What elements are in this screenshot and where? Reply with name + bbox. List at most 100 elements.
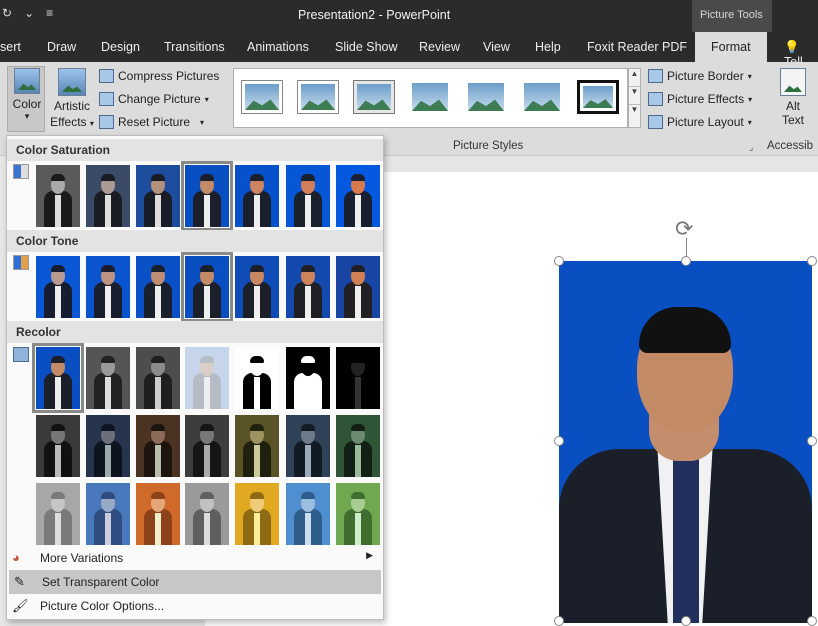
resize-handle-sw[interactable] xyxy=(554,616,564,626)
thumb-hair xyxy=(250,492,264,499)
rotate-handle-icon[interactable]: ⟳ xyxy=(675,216,693,242)
tab-help[interactable]: Help xyxy=(535,40,561,54)
selected-photo[interactable] xyxy=(559,261,812,623)
customize-qat-icon[interactable]: ≡ xyxy=(46,6,53,20)
tab-view[interactable]: View xyxy=(483,40,510,54)
change-picture-button[interactable]: Change Picture ▾ xyxy=(99,92,209,106)
picture-effects-button[interactable]: Picture Effects ▾ xyxy=(648,92,752,106)
picture-style-2[interactable] xyxy=(297,80,339,114)
saturation-option-1[interactable] xyxy=(36,165,80,227)
recolor-option-11[interactable] xyxy=(185,415,229,477)
recolor-option-16[interactable] xyxy=(86,483,130,545)
compress-pictures-button[interactable]: Compress Pictures xyxy=(99,69,219,83)
picture-border-label: Picture Border xyxy=(667,69,744,83)
tone-option-1[interactable] xyxy=(36,256,80,318)
picture-styles-gallery[interactable] xyxy=(233,68,628,128)
set-transparent-color-item[interactable]: ✎ Set Transparent Color xyxy=(9,570,381,594)
tone-option-5[interactable] xyxy=(235,256,279,318)
picture-style-3[interactable] xyxy=(353,80,395,114)
recolor-option-12[interactable] xyxy=(235,415,279,477)
resize-handle-e[interactable] xyxy=(807,436,817,446)
thumb-hair xyxy=(301,174,315,181)
picture-style-1[interactable] xyxy=(241,80,283,114)
more-variations-item[interactable]: ◕ More Variations ▶ xyxy=(7,546,383,570)
saturation-option-6[interactable] xyxy=(286,165,330,227)
recolor-option-18[interactable] xyxy=(185,483,229,545)
recolor-option-2[interactable] xyxy=(86,347,130,409)
resize-handle-w[interactable] xyxy=(554,436,564,446)
gallery-scrollbar[interactable]: ▲ ▼ ▼ xyxy=(628,68,641,128)
thumb-shirt xyxy=(355,445,361,477)
saturation-option-3[interactable] xyxy=(136,165,180,227)
artistic-effects-button[interactable]: Artistic Effects ▾ xyxy=(50,68,94,129)
resize-handle-nw[interactable] xyxy=(554,256,564,266)
recolor-option-9[interactable] xyxy=(86,415,130,477)
autosave-icon[interactable]: ↻ xyxy=(2,6,12,20)
tone-option-7[interactable] xyxy=(336,256,380,318)
gallery-more-icon[interactable]: ▼ xyxy=(629,105,640,114)
thumb-hair xyxy=(101,424,115,431)
saturation-option-7[interactable] xyxy=(336,165,380,227)
chevron-down-icon[interactable]: ▼ xyxy=(629,87,640,105)
recolor-option-8[interactable] xyxy=(36,415,80,477)
chevron-up-icon[interactable]: ▲ xyxy=(629,69,640,87)
picture-style-6[interactable] xyxy=(521,80,563,114)
tab-format[interactable]: Format xyxy=(695,32,767,62)
thumb-hair xyxy=(351,174,365,181)
tab-design[interactable]: Design xyxy=(101,40,140,54)
picture-style-4[interactable] xyxy=(409,80,451,114)
chevron-down-icon[interactable]: ⌄ xyxy=(24,6,34,20)
thumb-hair xyxy=(151,174,165,181)
thumb-shirt xyxy=(254,286,260,318)
recolor-option-6[interactable] xyxy=(286,347,330,409)
tone-option-6[interactable] xyxy=(286,256,330,318)
tab-insert[interactable]: sert xyxy=(0,40,21,54)
resize-handle-n[interactable] xyxy=(681,256,691,266)
recolor-option-5[interactable] xyxy=(235,347,279,409)
resize-handle-ne[interactable] xyxy=(807,256,817,266)
resize-handle-se[interactable] xyxy=(807,616,817,626)
tone-option-3[interactable] xyxy=(136,256,180,318)
tone-option-4[interactable] xyxy=(181,252,233,322)
saturation-option-4[interactable] xyxy=(181,161,233,231)
thumb-shirt xyxy=(55,445,61,477)
picture-color-options-item[interactable]: 🖌 Picture Color Options... xyxy=(7,594,383,618)
recolor-option-14[interactable] xyxy=(336,415,380,477)
recolor-option-20[interactable] xyxy=(286,483,330,545)
saturation-option-2[interactable] xyxy=(86,165,130,227)
recolor-option-1[interactable] xyxy=(32,343,84,413)
tone-option-2[interactable] xyxy=(86,256,130,318)
recolor-option-13[interactable] xyxy=(286,415,330,477)
picture-style-7[interactable] xyxy=(577,80,619,114)
picture-style-5[interactable] xyxy=(465,80,507,114)
recolor-option-21[interactable] xyxy=(336,483,380,545)
dialog-launcher-icon[interactable]: ⌟ xyxy=(749,142,753,153)
tab-foxit-reader-pdf[interactable]: Foxit Reader PDF xyxy=(587,40,687,54)
thumb-hair xyxy=(351,356,365,363)
color-button-content[interactable]: Color ▾ xyxy=(8,68,46,122)
saturation-option-5[interactable] xyxy=(235,165,279,227)
recolor-option-4[interactable] xyxy=(185,347,229,409)
tab-slide-show[interactable]: Slide Show xyxy=(335,40,398,54)
recolor-option-10[interactable] xyxy=(136,415,180,477)
recolor-option-7[interactable] xyxy=(336,347,380,409)
tab-transitions[interactable]: Transitions xyxy=(164,40,225,54)
alt-text-button[interactable]: Alt Text xyxy=(776,68,810,127)
tell-me-box[interactable]: 💡 Tell xyxy=(778,32,818,69)
thumb-hair xyxy=(101,356,115,363)
recolor-option-3[interactable] xyxy=(136,347,180,409)
recolor-option-15[interactable] xyxy=(36,483,80,545)
compress-pictures-label: Compress Pictures xyxy=(118,69,220,83)
reset-picture-button[interactable]: Reset Picture ▾ xyxy=(99,115,204,129)
thumb-hair xyxy=(301,356,315,363)
resize-handle-s[interactable] xyxy=(681,616,691,626)
thumb-shirt xyxy=(105,377,111,409)
recolor-option-17[interactable] xyxy=(136,483,180,545)
recolor-option-19[interactable] xyxy=(235,483,279,545)
picture-layout-button[interactable]: Picture Layout ▾ xyxy=(648,115,752,129)
tab-animations[interactable]: Animations xyxy=(247,40,309,54)
picture-border-button[interactable]: Picture Border ▾ xyxy=(648,69,752,83)
tab-draw[interactable]: Draw xyxy=(47,40,76,54)
tab-review[interactable]: Review xyxy=(419,40,460,54)
thumb-shirt xyxy=(155,445,161,477)
